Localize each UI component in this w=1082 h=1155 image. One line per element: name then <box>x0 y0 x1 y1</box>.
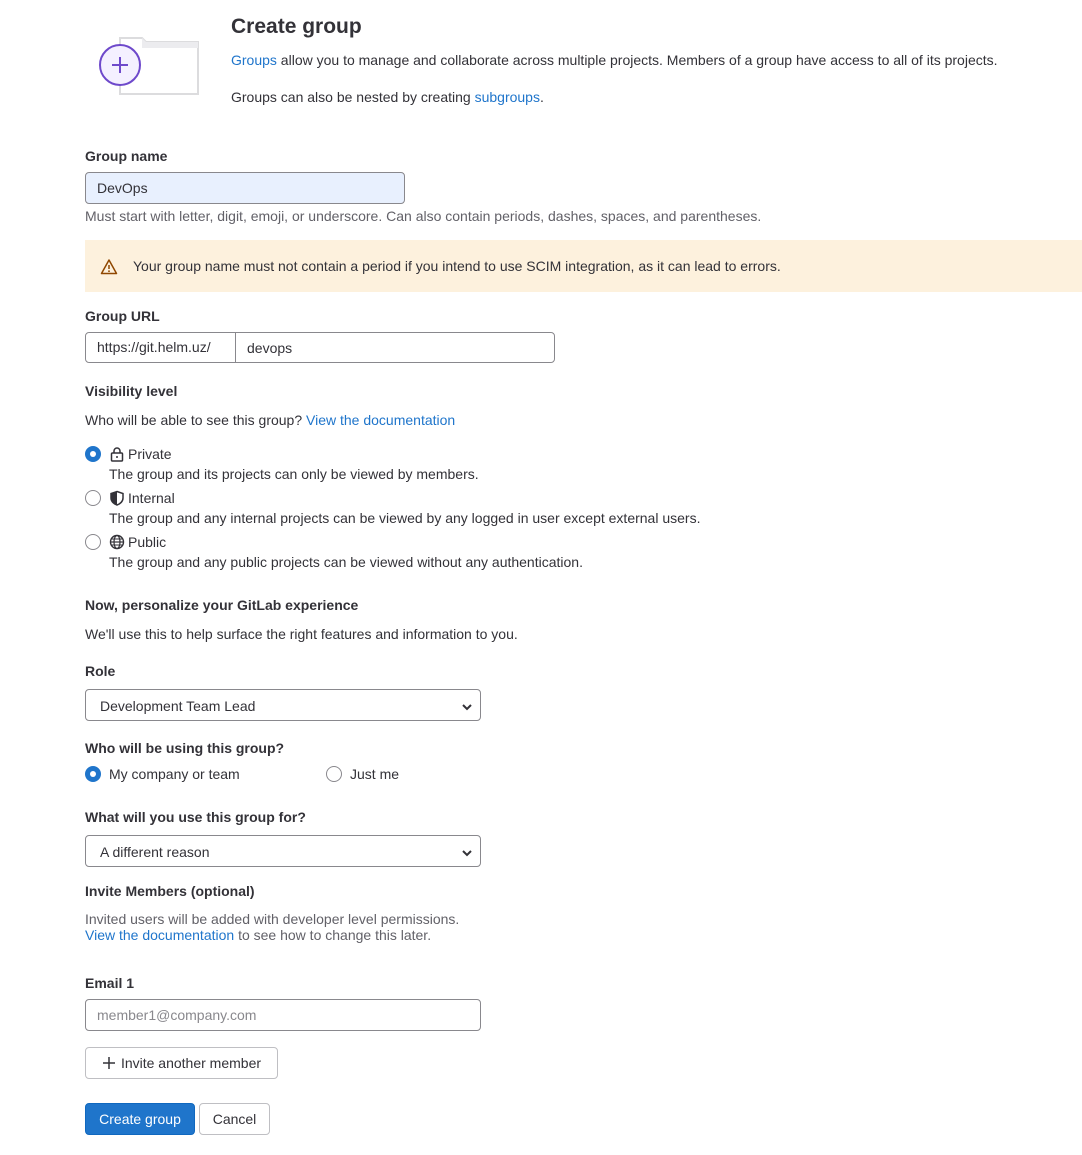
cancel-button[interactable]: Cancel <box>199 1103 270 1135</box>
warning-icon <box>100 258 118 276</box>
intro-rest: allow you to manage and collaborate acro… <box>276 52 998 68</box>
personalize-title: Now, personalize your GitLab experience <box>85 597 359 613</box>
invite-another-button[interactable]: Invite another member <box>85 1047 278 1079</box>
visibility-internal-desc: The group and any internal projects can … <box>109 510 701 526</box>
folder-plus-icon <box>98 34 202 98</box>
visibility-label: Visibility level <box>85 383 178 399</box>
visibility-private-desc: The group and its projects can only be v… <box>109 466 479 482</box>
invite-docs-link[interactable]: View the documentation <box>85 927 234 943</box>
using-label: Who will be using this group? <box>85 740 285 756</box>
groups-link[interactable]: Groups <box>231 52 277 68</box>
create-group-button[interactable]: Create group <box>85 1103 195 1135</box>
role-select[interactable]: Development Team Lead <box>85 689 481 721</box>
group-name-input[interactable] <box>85 172 405 204</box>
email-label: Email 1 <box>85 975 135 991</box>
visibility-internal-radio[interactable] <box>85 490 101 506</box>
nested-suffix: . <box>539 89 544 105</box>
visibility-public-label[interactable]: Public <box>128 534 166 550</box>
nested-text: Groups can also be nested by creating su… <box>231 89 544 105</box>
warning-text: Your group name must not contain a perio… <box>133 258 781 274</box>
url-prefix: https://git.helm.uz/ <box>86 333 236 362</box>
visibility-internal-label[interactable]: Internal <box>128 490 175 506</box>
using-company-radio[interactable] <box>85 766 101 782</box>
group-url-field: https://git.helm.uz/ <box>85 332 555 363</box>
role-label: Role <box>85 663 116 679</box>
visibility-help: Who will be able to see this group? View… <box>85 412 455 428</box>
group-path-input[interactable] <box>236 333 554 362</box>
using-just-me-radio[interactable] <box>326 766 342 782</box>
cancel-label: Cancel <box>212 1111 257 1127</box>
use-for-select[interactable]: A different reason <box>85 835 481 867</box>
group-name-label: Group name <box>85 148 168 164</box>
nested-prefix: Groups can also be nested by creating <box>231 89 475 105</box>
invite-another-label: Invite another member <box>120 1055 262 1071</box>
warning-alert: Your group name must not contain a perio… <box>85 240 1082 292</box>
create-group-label: Create group <box>99 1111 181 1127</box>
visibility-private-label[interactable]: Private <box>128 446 172 462</box>
using-company-label[interactable]: My company or team <box>109 766 240 782</box>
invite-help-prefix: Invited users will be added with develop… <box>85 911 460 927</box>
using-just-me-label[interactable]: Just me <box>350 766 399 782</box>
use-for-selected-value: A different reason <box>100 844 210 860</box>
role-selected-value: Development Team Lead <box>100 698 256 714</box>
visibility-public-desc: The group and any public projects can be… <box>109 554 583 570</box>
invite-help: Invited users will be added with develop… <box>85 911 485 943</box>
chevron-down-icon <box>461 846 473 858</box>
visibility-docs-link[interactable]: View the documentation <box>306 412 455 428</box>
email-input[interactable] <box>85 999 481 1031</box>
group-url-label: Group URL <box>85 308 160 324</box>
lock-icon <box>109 446 125 462</box>
page-title: Create group <box>231 15 362 38</box>
visibility-private-radio[interactable] <box>85 446 101 462</box>
visibility-help-text: Who will be able to see this group? <box>85 412 307 428</box>
intro-text: Groups allow you to manage and collabora… <box>231 52 998 68</box>
plus-icon <box>102 1056 116 1070</box>
personalize-help: We'll use this to help surface the right… <box>85 626 518 642</box>
globe-icon <box>109 534 125 550</box>
invite-title: Invite Members (optional) <box>85 883 255 899</box>
chevron-down-icon <box>461 700 473 712</box>
visibility-public-radio[interactable] <box>85 534 101 550</box>
subgroups-link[interactable]: subgroups <box>475 89 540 105</box>
group-name-help: Must start with letter, digit, emoji, or… <box>85 208 762 224</box>
shield-icon <box>109 490 125 506</box>
use-for-label: What will you use this group for? <box>85 809 306 825</box>
invite-help-suffix: to see how to change this later. <box>234 927 432 943</box>
